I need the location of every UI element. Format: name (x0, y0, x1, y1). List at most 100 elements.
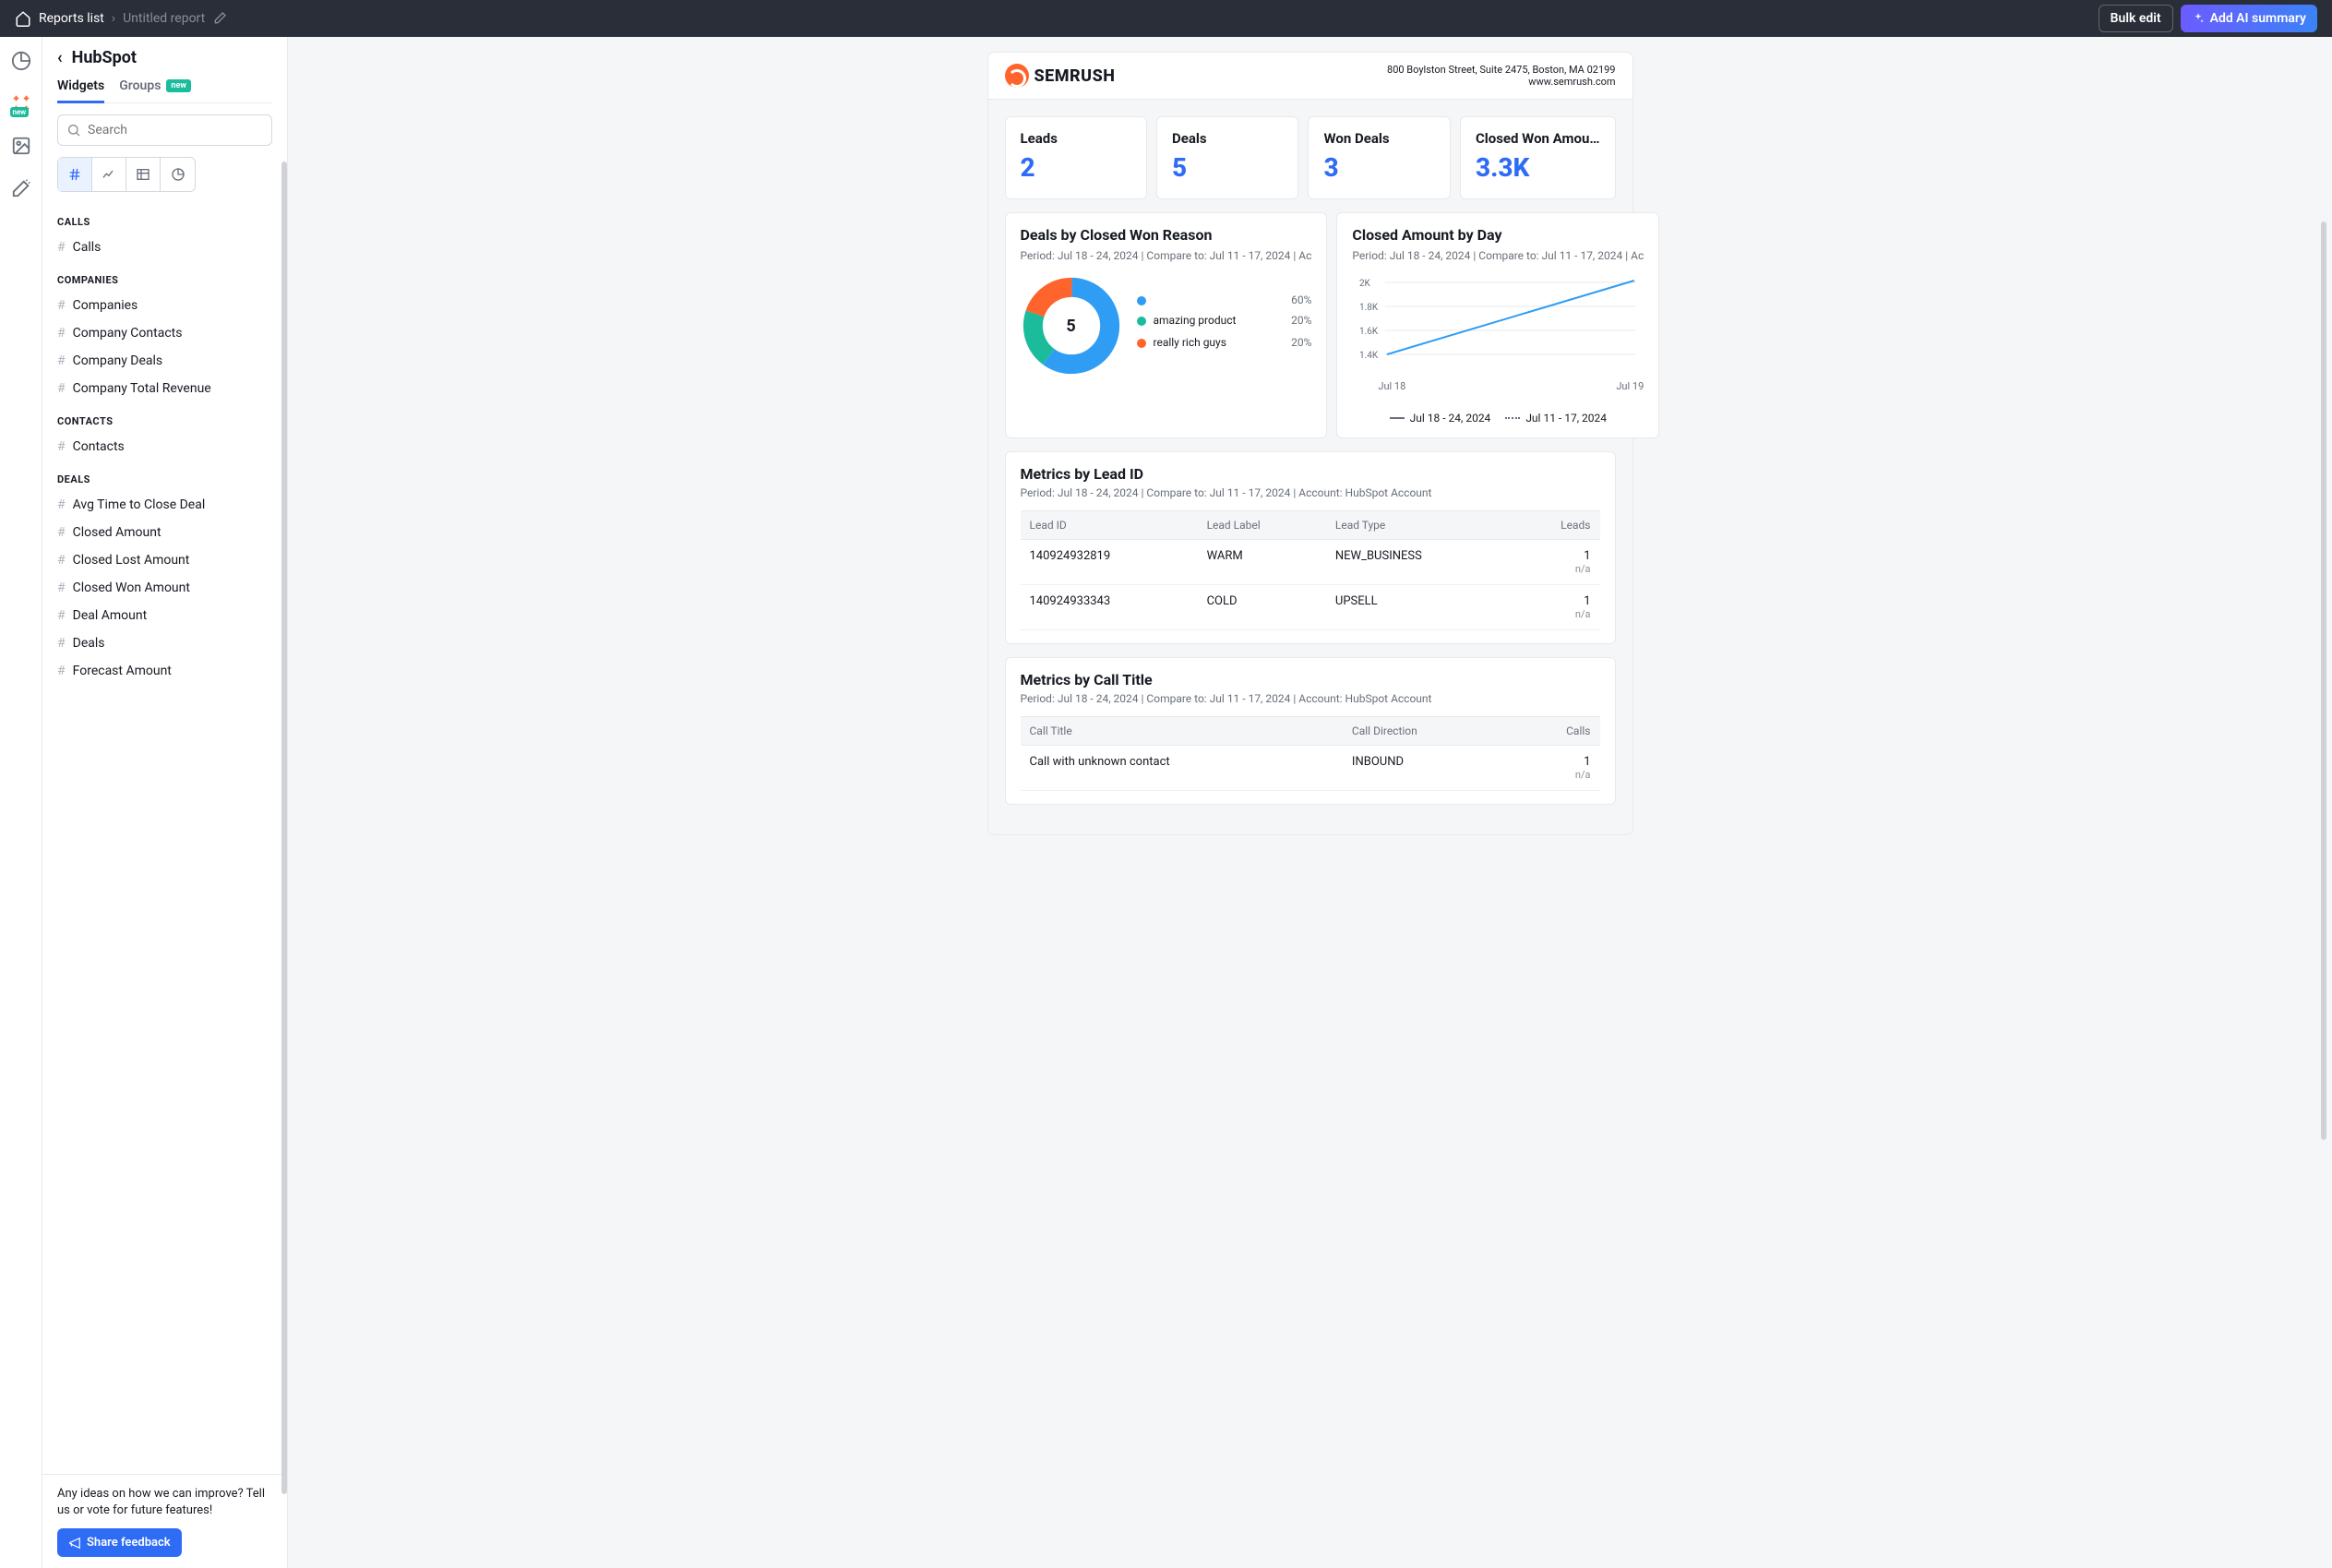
add-ai-summary-button[interactable]: Add AI summary (2181, 5, 2317, 32)
search-input[interactable] (57, 114, 272, 146)
card-title: Metrics by Lead ID (1021, 465, 1600, 483)
logo-icon (1005, 64, 1029, 88)
hash-icon: # (57, 664, 66, 678)
report-canvas[interactable]: SEMRUSH 800 Boylston Street, Suite 2475,… (288, 37, 2332, 1568)
donut-chart: 5 (1021, 275, 1122, 377)
sidebar: ‹ HubSpot Widgets Groups new (42, 37, 288, 1568)
legend-row: really rich guys20% (1137, 336, 1312, 351)
stat-card[interactable]: Closed Won Amou… 3.3K (1460, 116, 1616, 199)
table-header: Call Title (1021, 717, 1343, 746)
back-icon[interactable]: ‹ (57, 48, 63, 67)
widget-item[interactable]: #Forecast Amount (57, 657, 272, 685)
svg-text:2K: 2K (1359, 279, 1371, 289)
widget-item[interactable]: #Company Total Revenue (57, 375, 272, 402)
hash-icon: # (57, 298, 66, 313)
legend-item: Jul 11 - 17, 2024 (1505, 412, 1607, 425)
rail-magic-icon[interactable] (8, 175, 34, 201)
hash-icon: # (57, 497, 66, 512)
stat-label: Closed Won Amou… (1476, 130, 1600, 147)
table-header: Leads (1513, 511, 1599, 540)
table-header: Lead ID (1021, 511, 1198, 540)
legend-row: amazing product20% (1137, 314, 1312, 329)
canvas-scrollbar[interactable] (2321, 221, 2326, 1140)
stat-value: 5 (1172, 152, 1283, 183)
widget-item[interactable]: #Closed Won Amount (57, 574, 272, 602)
widget-list[interactable]: CALLS#CallsCOMPANIES#Companies#Company C… (42, 203, 287, 1474)
feedback-box: Any ideas on how we can improve? Tell us… (42, 1474, 287, 1568)
donut-card[interactable]: Deals by Closed Won Reason Period: Jul 1… (1005, 212, 1328, 438)
new-badge: new (166, 79, 191, 92)
hash-icon: # (57, 553, 66, 568)
card-title: Closed Amount by Day (1352, 226, 1644, 244)
header-address: 800 Boylston Street, Suite 2475, Boston,… (1387, 64, 1615, 76)
hash-icon: # (57, 525, 66, 540)
stat-label: Deals (1172, 130, 1283, 147)
line-card[interactable]: Closed Amount by Day Period: Jul 18 - 24… (1336, 212, 1659, 438)
widget-item[interactable]: #Avg Time to Close Deal (57, 491, 272, 519)
hash-icon: # (57, 240, 66, 255)
table-row: 140924933343COLDUPSELL1n/a (1021, 585, 1600, 630)
filter-line-icon[interactable] (92, 158, 126, 191)
breadcrumb-reports[interactable]: Reports list (39, 11, 104, 26)
table-header: Calls (1513, 717, 1599, 746)
filter-donut-icon[interactable] (161, 158, 195, 191)
stat-value: 2 (1021, 152, 1131, 183)
megaphone-icon (68, 1537, 81, 1550)
hash-icon: # (57, 381, 66, 396)
donut-center-value: 5 (1021, 275, 1122, 377)
filter-table-icon[interactable] (126, 158, 161, 191)
x-tick: Jul 19 (1616, 380, 1644, 392)
icon-rail: new (0, 37, 42, 1568)
widget-item[interactable]: #Company Contacts (57, 319, 272, 347)
x-tick: Jul 18 (1378, 380, 1405, 392)
bulk-edit-button[interactable]: Bulk edit (2099, 5, 2173, 32)
hash-icon: # (57, 353, 66, 368)
stat-label: Leads (1021, 130, 1131, 147)
rail-new-badge: new (10, 107, 30, 117)
share-feedback-button[interactable]: Share feedback (57, 1528, 182, 1557)
widget-item[interactable]: #Closed Lost Amount (57, 546, 272, 574)
table-card-calls[interactable]: Metrics by Call Title Period: Jul 18 - 2… (1005, 657, 1616, 805)
tab-groups[interactable]: Groups new (119, 78, 191, 102)
group-label: CALLS (57, 216, 272, 228)
widget-item[interactable]: #Deal Amount (57, 602, 272, 629)
table-card-leads[interactable]: Metrics by Lead ID Period: Jul 18 - 24, … (1005, 451, 1616, 644)
card-subtitle: Period: Jul 18 - 24, 2024 | Compare to: … (1352, 249, 1644, 262)
hash-icon: # (57, 608, 66, 623)
edit-icon[interactable] (212, 11, 227, 26)
chevron-right-icon: › (112, 11, 115, 26)
stat-card[interactable]: Won Deals3 (1308, 116, 1450, 199)
svg-text:1.4K: 1.4K (1359, 351, 1379, 361)
home-icon[interactable] (15, 10, 31, 27)
widget-item[interactable]: #Company Deals (57, 347, 272, 375)
widget-item[interactable]: #Calls (57, 233, 272, 261)
stat-card[interactable]: Leads 2 (1005, 116, 1147, 199)
card-subtitle: Period: Jul 18 - 24, 2024 | Compare to: … (1021, 249, 1312, 262)
table-header: Lead Label (1198, 511, 1326, 540)
breadcrumb-current: Untitled report (123, 11, 205, 26)
legend-item: Jul 18 - 24, 2024 (1390, 412, 1491, 425)
widget-item[interactable]: #Closed Amount (57, 519, 272, 546)
widget-item[interactable]: #Deals (57, 629, 272, 657)
report-header: SEMRUSH 800 Boylston Street, Suite 2475,… (987, 52, 1633, 100)
tab-widgets[interactable]: Widgets (57, 78, 104, 102)
stat-card[interactable]: Deals 5 (1156, 116, 1298, 199)
card-title: Deals by Closed Won Reason (1021, 226, 1312, 244)
hash-icon: # (57, 439, 66, 454)
hash-icon: # (57, 581, 66, 595)
stat-value: 3 (1323, 152, 1434, 183)
stat-value: 3.3K (1476, 152, 1600, 183)
card-subtitle: Period: Jul 18 - 24, 2024 | Compare to: … (1021, 692, 1600, 705)
rail-image-icon[interactable] (8, 133, 34, 159)
widget-item[interactable]: #Companies (57, 292, 272, 319)
widget-type-filters (57, 157, 196, 192)
hash-icon: # (57, 636, 66, 651)
widget-item[interactable]: #Contacts (57, 433, 272, 461)
rail-integrations-icon[interactable]: new (8, 90, 34, 116)
sidebar-scrollbar[interactable] (281, 162, 287, 1494)
card-subtitle: Period: Jul 18 - 24, 2024 | Compare to: … (1021, 486, 1600, 499)
rail-pie-icon[interactable] (8, 48, 34, 74)
sparkle-icon (2192, 12, 2205, 25)
filter-number-icon[interactable] (58, 158, 92, 191)
search-icon (66, 123, 81, 138)
